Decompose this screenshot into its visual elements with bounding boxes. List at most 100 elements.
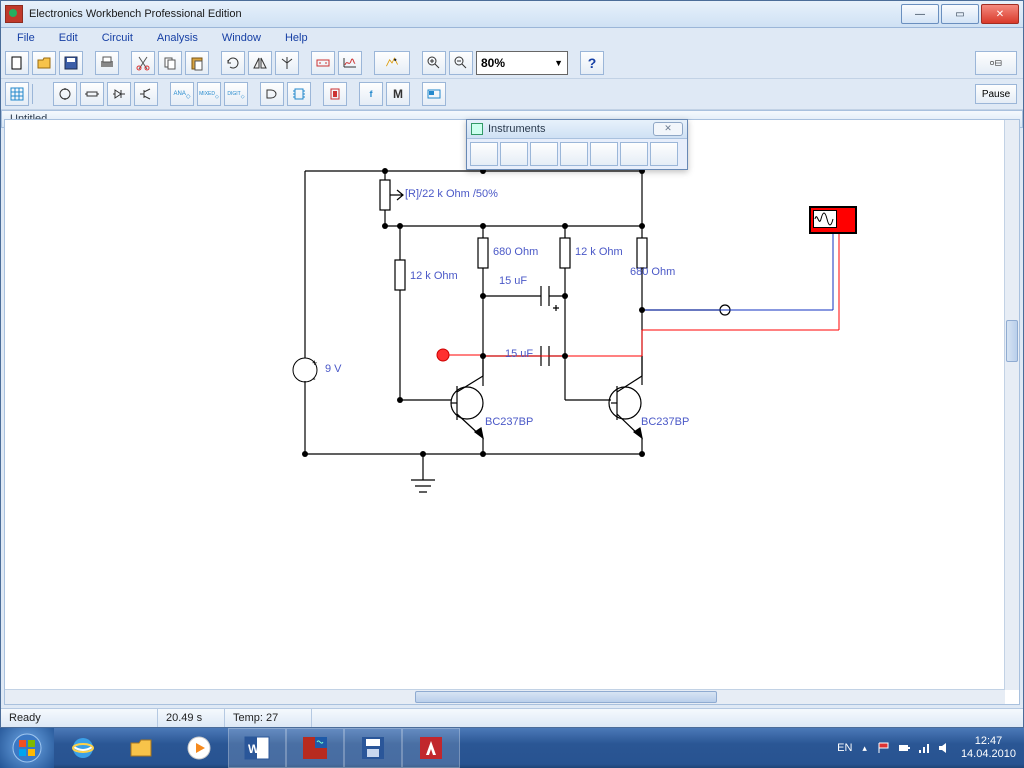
- label-c2: 15 uF: [505, 348, 533, 360]
- panel-icon: [471, 123, 483, 135]
- menu-circuit[interactable]: Circuit: [92, 31, 143, 45]
- label-pot: [R]/22 k Ohm /50%: [405, 188, 498, 200]
- help-icon[interactable]: ?: [580, 51, 604, 75]
- schematic-canvas[interactable]: + - 9 V [R]/22 k Ohm /50% 12 k Ohm 680 O…: [5, 120, 1005, 690]
- menu-window[interactable]: Window: [212, 31, 271, 45]
- tray-time: 12:47: [961, 735, 1016, 748]
- digital-ic-icon[interactable]: DIGIT◇: [224, 82, 248, 106]
- analog-ic-icon[interactable]: ANA◇: [170, 82, 194, 106]
- toolbar-main: 80%▼ ?: [1, 48, 1023, 79]
- tray-lang[interactable]: EN: [837, 742, 852, 754]
- menu-file[interactable]: File: [7, 31, 45, 45]
- resistor-icon[interactable]: [80, 82, 104, 106]
- mixed-ic-icon[interactable]: MIXED◇: [197, 82, 221, 106]
- new-icon[interactable]: [5, 51, 29, 75]
- tray-date: 14.04.2010: [961, 748, 1016, 761]
- task-mediaplayer[interactable]: [170, 728, 228, 768]
- source-icon[interactable]: [53, 82, 77, 106]
- tray-network-icon[interactable]: [917, 741, 931, 755]
- instruments-panel[interactable]: Instruments ✕: [466, 119, 688, 170]
- task-word[interactable]: W: [228, 728, 286, 768]
- titlebar: Electronics Workbench Professional Editi…: [1, 1, 1023, 28]
- word-gen-icon[interactable]: [590, 142, 618, 166]
- graph-icon[interactable]: [338, 51, 362, 75]
- menu-edit[interactable]: Edit: [49, 31, 88, 45]
- rotate-icon[interactable]: [221, 51, 245, 75]
- cut-icon[interactable]: [131, 51, 155, 75]
- hscroll-thumb[interactable]: [415, 691, 717, 703]
- status-time: 20.49 s: [158, 709, 225, 727]
- gate-icon[interactable]: [260, 82, 284, 106]
- instrument-icon[interactable]: [422, 82, 446, 106]
- pause-button[interactable]: Pause: [975, 84, 1017, 104]
- instruments-close[interactable]: ✕: [653, 122, 683, 136]
- grid-icon[interactable]: [5, 82, 29, 106]
- label-c1: 15 uF: [499, 275, 527, 287]
- zoom-select[interactable]: 80%▼: [476, 51, 568, 75]
- oscilloscope-btn-icon[interactable]: [530, 142, 558, 166]
- zoom-out-icon[interactable]: [449, 51, 473, 75]
- display-icon[interactable]: [323, 82, 347, 106]
- print-icon[interactable]: [95, 51, 119, 75]
- subcircuit-icon[interactable]: [311, 51, 335, 75]
- task-ie[interactable]: [54, 728, 112, 768]
- start-button[interactable]: [0, 728, 54, 768]
- logic-converter-icon[interactable]: [650, 142, 678, 166]
- multimeter-icon[interactable]: [470, 142, 498, 166]
- system-tray: EN ▴ 12:47 14.04.2010: [837, 735, 1024, 761]
- status-ready: Ready: [1, 709, 158, 727]
- title-text: Electronics Workbench Professional Editi…: [29, 8, 242, 20]
- simulate-switch[interactable]: [975, 51, 1017, 75]
- horizontal-scrollbar[interactable]: [5, 689, 1005, 704]
- open-icon[interactable]: [32, 51, 56, 75]
- label-q2: BC237BP: [641, 416, 689, 428]
- zoom-in-icon[interactable]: [422, 51, 446, 75]
- tray-power-icon[interactable]: [897, 741, 911, 755]
- svg-text:W: W: [248, 742, 260, 756]
- misc-m-icon[interactable]: M: [386, 82, 410, 106]
- instruments-title: Instruments: [488, 123, 545, 135]
- copy-icon[interactable]: [158, 51, 182, 75]
- function-gen-icon[interactable]: [500, 142, 528, 166]
- vscroll-thumb[interactable]: [1006, 320, 1018, 362]
- transistor-icon[interactable]: [134, 82, 158, 106]
- maximize-button[interactable]: ▭: [941, 4, 979, 24]
- save-icon[interactable]: [59, 51, 83, 75]
- menu-help[interactable]: Help: [275, 31, 318, 45]
- bode-plotter-icon[interactable]: [560, 142, 588, 166]
- zoom-value: 80%: [481, 56, 505, 70]
- menu-analysis[interactable]: Analysis: [147, 31, 208, 45]
- app-window: Electronics Workbench Professional Editi…: [0, 0, 1024, 728]
- tray-volume-icon[interactable]: [937, 741, 951, 755]
- oscilloscope-icon[interactable]: [809, 206, 857, 234]
- misc1-icon[interactable]: f: [359, 82, 383, 106]
- flip-v-icon[interactable]: [275, 51, 299, 75]
- task-save-dialog[interactable]: [344, 728, 402, 768]
- label-vsource: 9 V: [325, 363, 342, 375]
- toolbar-components: ANA◇ MIXED◇ DIGIT◇ f M Pause: [1, 79, 1023, 110]
- tray-flag-icon[interactable]: [877, 741, 891, 755]
- paste-icon[interactable]: [185, 51, 209, 75]
- tray-expand-icon[interactable]: ▴: [862, 743, 867, 754]
- task-explorer[interactable]: [112, 728, 170, 768]
- diode-icon[interactable]: [107, 82, 131, 106]
- instruments-titlebar[interactable]: Instruments ✕: [467, 120, 687, 139]
- label-q1: BC237BP: [485, 416, 533, 428]
- vertical-scrollbar[interactable]: [1004, 120, 1019, 690]
- tray-clock[interactable]: 12:47 14.04.2010: [961, 735, 1016, 761]
- close-button[interactable]: ✕: [981, 4, 1019, 24]
- menubar: File Edit Circuit Analysis Window Help: [1, 28, 1023, 48]
- logic-analyzer-icon[interactable]: [620, 142, 648, 166]
- label-rleft: 12 k Ohm: [410, 270, 458, 282]
- chip-icon[interactable]: [287, 82, 311, 106]
- flip-h-icon[interactable]: [248, 51, 272, 75]
- status-temp: Temp: 27: [225, 709, 312, 727]
- statusbar: Ready 20.49 s Temp: 27: [1, 708, 1023, 727]
- taskbar: W EN ▴ 12:47 14.04.2010: [0, 728, 1024, 768]
- task-ewb[interactable]: [286, 728, 344, 768]
- minimize-button[interactable]: —: [901, 4, 939, 24]
- component-props-icon[interactable]: [374, 51, 410, 75]
- task-adobe[interactable]: [402, 728, 460, 768]
- svg-text:+: +: [312, 358, 317, 368]
- label-rright2: 680 Ohm: [630, 266, 675, 278]
